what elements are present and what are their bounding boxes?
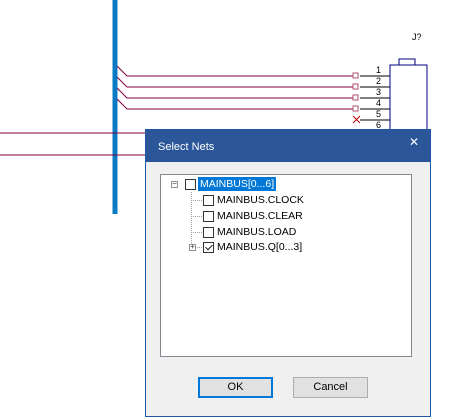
wire-1: [116, 65, 357, 77]
component-refdes: J?: [412, 32, 422, 42]
tree-item-mainbus-load[interactable]: MAINBUS.LOAD: [217, 225, 296, 239]
net-tree[interactable]: − MAINBUS[0...6] MAINBUS.CLOCK MAINBUS.C…: [160, 174, 412, 357]
pin-number-2: 2: [376, 76, 382, 86]
dialog-title: Select Nets: [158, 141, 215, 153]
root-checkbox[interactable]: [185, 179, 196, 190]
wire-3: [116, 87, 357, 99]
tree-guide-line: [195, 247, 202, 248]
pin-leads: [360, 75, 390, 132]
pin-marker-2: [352, 83, 359, 90]
checkbox-mainbus-clock[interactable]: [203, 195, 214, 206]
connector-body: [389, 58, 428, 141]
wire-4: [116, 98, 357, 110]
tree-item-mainbus[interactable]: MAINBUS[0...6]: [198, 177, 277, 191]
pin-marker-4: [352, 105, 359, 112]
pin-number-3: 3: [376, 87, 382, 97]
tree-guide-line: [191, 232, 202, 233]
pin-number-1: 1: [376, 65, 382, 75]
dialog-titlebar[interactable]: Select Nets ✕: [146, 130, 430, 162]
pin-marker-3: [352, 94, 359, 101]
tree-guide-line: [191, 216, 202, 217]
wire-2: [116, 76, 357, 88]
checkbox-mainbus-clear[interactable]: [203, 211, 214, 222]
tree-item-mainbus-clear[interactable]: MAINBUS.CLEAR: [217, 209, 303, 223]
close-icon[interactable]: ✕: [398, 130, 430, 155]
pin-marker-1: [352, 72, 359, 79]
no-connect-marker: [352, 115, 361, 124]
pin-number-5: 5: [376, 109, 382, 119]
checkbox-mainbus-load[interactable]: [203, 227, 214, 238]
pin-number-4: 4: [376, 98, 382, 108]
expand-icon[interactable]: +: [189, 244, 196, 252]
checkbox-mainbus-q[interactable]: [203, 242, 214, 253]
pin-markers: [352, 72, 359, 112]
tree-item-mainbus-clock[interactable]: MAINBUS.CLOCK: [217, 193, 304, 207]
tree-item-mainbus-q[interactable]: MAINBUS.Q[0...3]: [217, 240, 302, 254]
ok-button[interactable]: OK: [198, 377, 273, 398]
tree-guide-line: [191, 200, 202, 201]
collapse-icon[interactable]: −: [171, 181, 178, 189]
select-nets-dialog: Select Nets ✕ − MAINBUS[0...6] MAINBUS.C…: [145, 129, 431, 417]
cancel-button[interactable]: Cancel: [293, 377, 368, 398]
